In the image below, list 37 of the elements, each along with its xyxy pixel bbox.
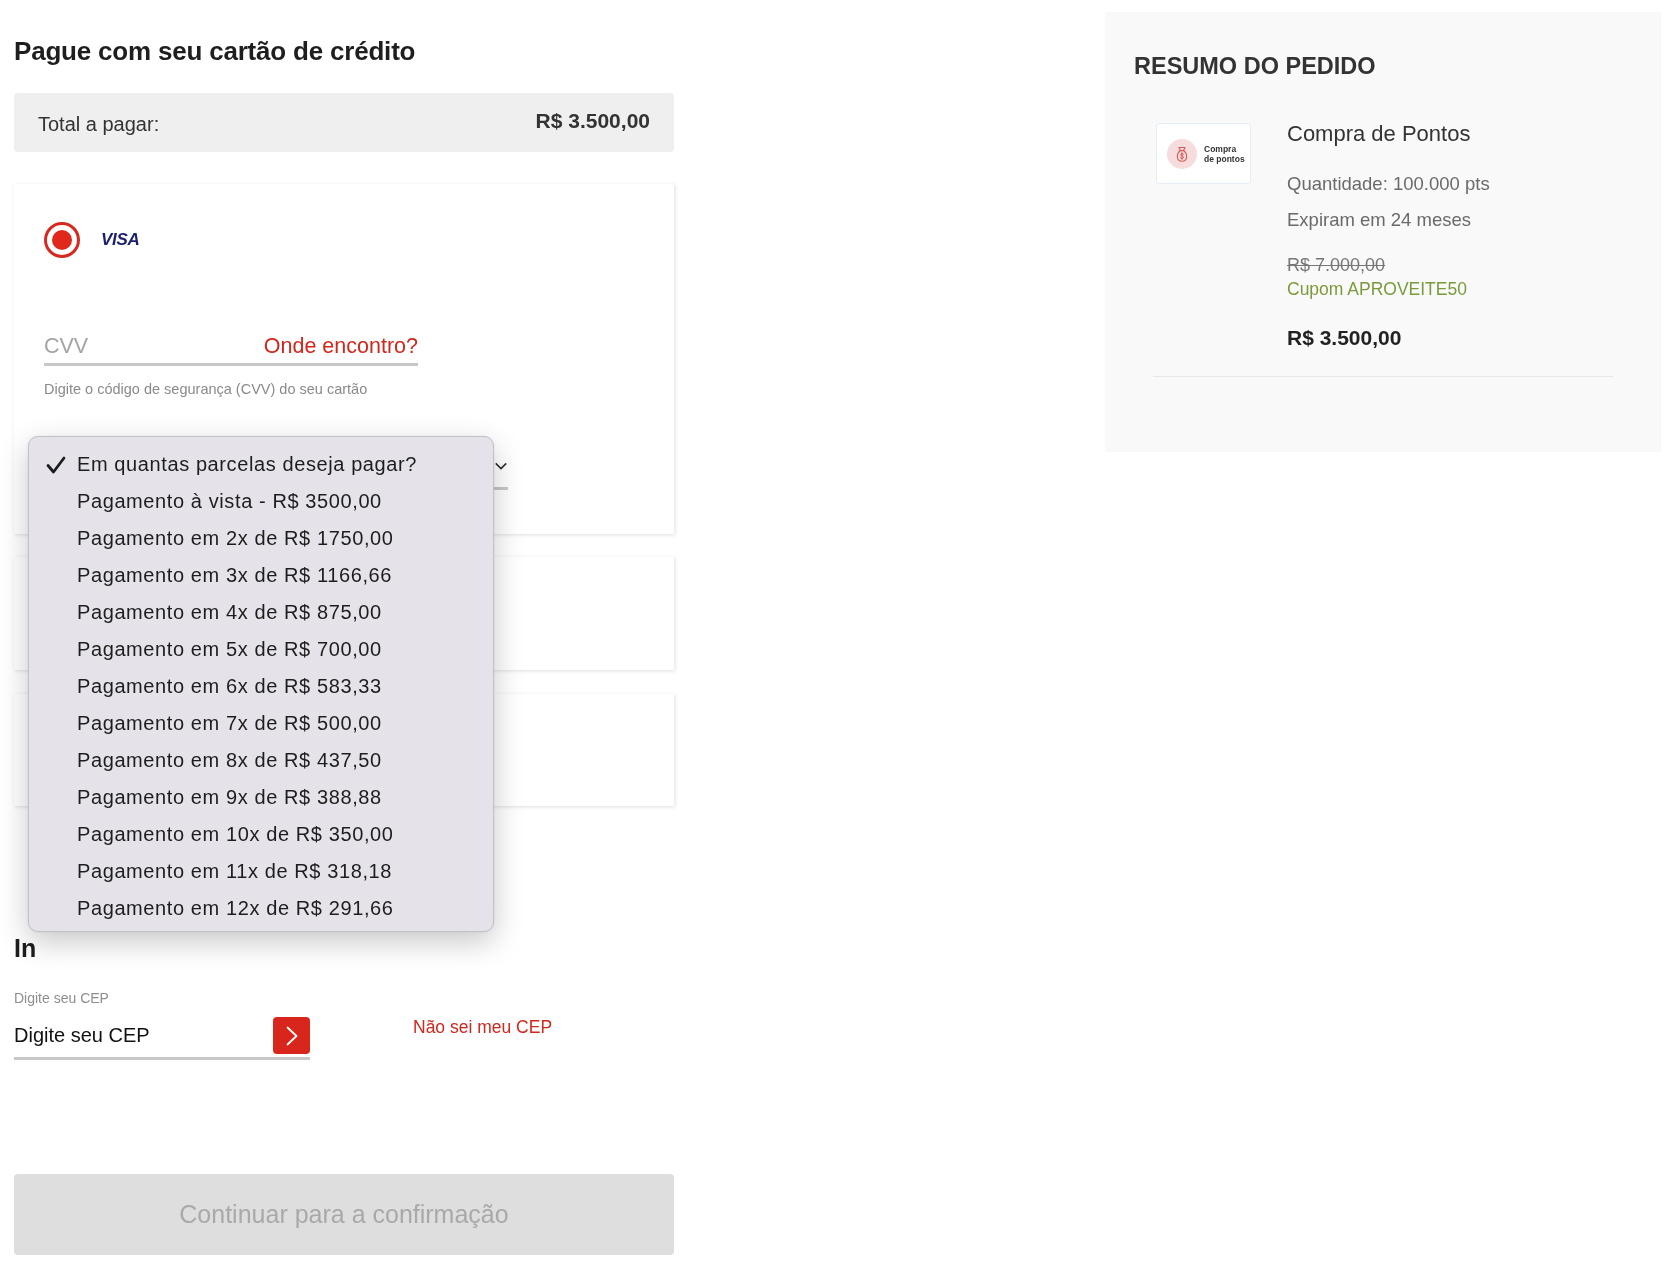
coupon-text: Cupom APROVEITE50 xyxy=(1287,278,1467,301)
help-link[interactable]: Não sei meu CEP xyxy=(413,1017,553,1037)
product-expiry: Expiram em 24 meses xyxy=(1287,208,1472,232)
menu-option[interactable]: Em quantas parcelas deseja pagar? xyxy=(29,446,493,483)
menu-option[interactable]: Pagamento em 4x de R$ 875,00 xyxy=(29,594,493,631)
original-price: R$ 7.000,00 xyxy=(1287,254,1386,276)
radio-button[interactable] xyxy=(44,222,80,258)
menu-option[interactable]: Pagamento em 9x de R$ 388,88 xyxy=(29,779,493,816)
chevron-down-icon xyxy=(495,462,507,470)
cep-input[interactable]: Digite seu CEP xyxy=(14,1017,273,1054)
field-label: Digite seu CEP xyxy=(14,990,109,1007)
product-name: Compra de Pontos xyxy=(1287,121,1471,147)
menu-option[interactable]: Pagamento em 3x de R$ 1166,66 xyxy=(29,557,493,594)
page-heading: Pague com seu cartão de crédito xyxy=(14,36,416,66)
thumbnail-caption: Compra de pontos xyxy=(1204,143,1246,164)
menu-option[interactable]: Pagamento em 5x de R$ 700,00 xyxy=(29,631,493,668)
menu-option[interactable]: Pagamento em 2x de R$ 1750,00 xyxy=(29,520,493,557)
menu-option[interactable]: Pagamento em 7x de R$ 500,00 xyxy=(29,705,493,742)
menu-option[interactable]: Pagamento em 12x de R$ 291,66 xyxy=(29,890,493,927)
menu-option[interactable]: Pagamento à vista - R$ 3500,00 xyxy=(29,483,493,520)
total-amount: R$ 3.500,00 xyxy=(535,108,650,133)
summary-title: RESUMO DO PEDIDO xyxy=(1134,52,1376,80)
chevron-right-icon xyxy=(285,1025,298,1046)
menu-option[interactable]: Pagamento em 10x de R$ 350,00 xyxy=(29,816,493,853)
menu-option[interactable]: Pagamento em 8x de R$ 437,50 xyxy=(29,742,493,779)
menu-option[interactable]: Pagamento em 11x de R$ 318,18 xyxy=(29,853,493,890)
submit-button[interactable] xyxy=(273,1017,310,1054)
cvv-input[interactable]: CVV xyxy=(44,329,264,363)
total-label: Total a pagar: xyxy=(38,113,160,136)
card-brand-logo: VISA xyxy=(101,230,140,250)
product-quantity: Quantidade: 100.000 pts xyxy=(1287,172,1490,196)
money-bag-icon xyxy=(1167,138,1197,169)
cvv-hint: Digite o código de segurança (CVV) do seu cartão xyxy=(44,380,368,398)
product-price: R$ 3.500,00 xyxy=(1287,325,1402,351)
section-heading: In xyxy=(14,935,37,961)
menu-option[interactable]: Pagamento em 6x de R$ 583,33 xyxy=(29,668,493,705)
help-link[interactable]: Onde encontro? xyxy=(263,329,418,363)
